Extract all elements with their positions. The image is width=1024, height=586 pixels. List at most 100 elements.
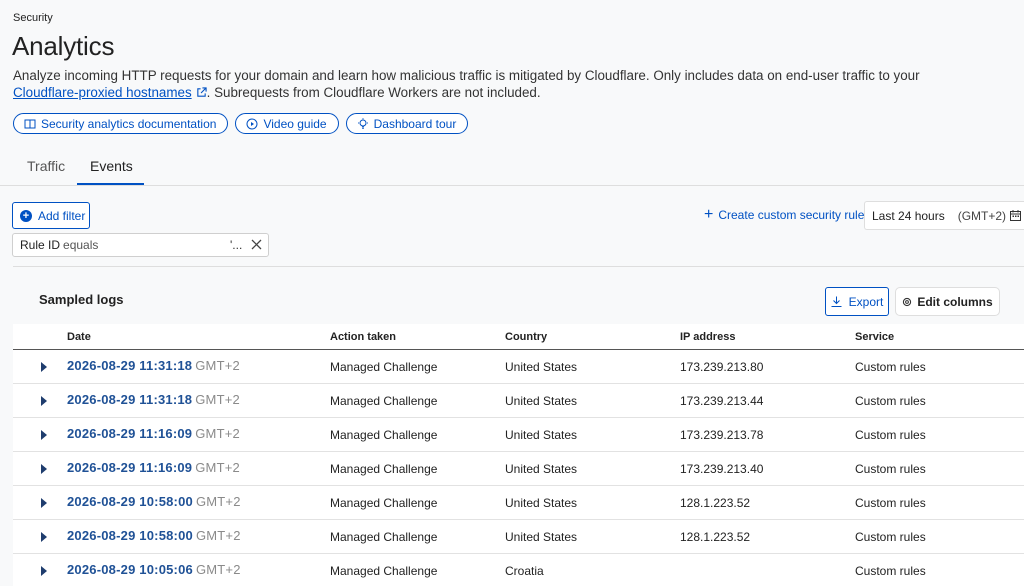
filter-chip[interactable]: Rule ID equals '... xyxy=(12,233,269,257)
column-header-date[interactable]: Date xyxy=(67,331,91,343)
time-range-value: Last 24 hours xyxy=(872,208,945,223)
row-country: United States xyxy=(505,462,578,476)
row-ip: 128.1.223.52 xyxy=(680,530,751,544)
filter-operator: equals xyxy=(63,238,99,252)
table-row[interactable]: 2026-08-29 10:58:00 GMT+2 Managed Challen… xyxy=(13,486,1024,520)
expand-caret-icon[interactable] xyxy=(41,464,47,474)
download-icon xyxy=(831,296,842,307)
edit-columns-label: Edit columns xyxy=(917,294,993,309)
expand-caret-icon[interactable] xyxy=(41,532,47,542)
resource-links: Security analytics documentation Video g… xyxy=(13,113,469,134)
row-ip: 128.1.223.52 xyxy=(680,496,751,510)
calendar-icon xyxy=(1010,210,1022,221)
row-ip: 173.239.213.40 xyxy=(680,462,764,476)
table-row[interactable]: 2026-08-29 10:05:06 GMT+2 Managed Challen… xyxy=(13,554,1024,586)
table-header: Date Action taken Country IP address Ser… xyxy=(13,324,1024,350)
table-row[interactable]: 2026-08-29 10:58:00 GMT+2 Managed Challen… xyxy=(13,520,1024,554)
gear-icon xyxy=(903,297,912,306)
dashboard-tour-label: Dashboard tour xyxy=(373,116,457,131)
plus-circle-icon: + xyxy=(20,209,32,222)
section-divider xyxy=(13,266,1024,267)
proxied-hostnames-link[interactable]: Cloudflare-proxied hostnames xyxy=(13,85,192,100)
edit-columns-button[interactable]: Edit columns xyxy=(895,287,1000,316)
row-service: Custom rules xyxy=(855,394,926,408)
filter-value: '... xyxy=(230,238,243,252)
security-docs-button[interactable]: Security analytics documentation xyxy=(13,113,229,134)
row-action: Managed Challenge xyxy=(330,496,438,510)
time-range-picker[interactable]: Last 24 hours (GMT+2) xyxy=(864,201,1024,230)
timezone-label: (GMT+2) xyxy=(957,208,1007,223)
row-ip: 173.239.213.44 xyxy=(680,394,764,408)
row-service: Custom rules xyxy=(855,496,926,510)
row-action: Managed Challenge xyxy=(330,360,438,374)
page-description: Analyze incoming HTTP requests for your … xyxy=(13,67,1003,101)
column-header-ip[interactable]: IP address xyxy=(680,331,735,343)
external-link-icon[interactable] xyxy=(196,87,207,98)
table-row[interactable]: 2026-08-29 11:16:09 GMT+2 Managed Challen… xyxy=(13,452,1024,486)
row-date[interactable]: 2026-08-29 11:31:18 GMT+2 xyxy=(67,358,240,373)
row-country: United States xyxy=(505,394,578,408)
row-country: Croatia xyxy=(505,564,544,578)
active-tab-indicator xyxy=(77,183,144,185)
create-custom-rule-button[interactable]: + Create custom security rule xyxy=(704,206,865,223)
video-guide-button[interactable]: Video guide xyxy=(235,113,339,134)
row-date[interactable]: 2026-08-29 10:05:06 GMT+2 xyxy=(67,562,241,577)
row-country: United States xyxy=(505,360,578,374)
row-action: Managed Challenge xyxy=(330,564,438,578)
page-title: Analytics xyxy=(12,31,115,61)
export-label: Export xyxy=(848,294,884,309)
expand-caret-icon[interactable] xyxy=(41,396,47,406)
row-country: United States xyxy=(505,530,578,544)
breadcrumb: Security xyxy=(13,12,53,24)
create-rule-label: Create custom security rule xyxy=(718,208,865,222)
sampled-logs-table: Date Action taken Country IP address Ser… xyxy=(13,324,1024,586)
play-circle-icon xyxy=(246,118,258,129)
sampled-logs-card: Sampled logs Export Edit columns Date Ac… xyxy=(13,277,1024,586)
lightbulb-icon xyxy=(357,117,368,129)
video-guide-label: Video guide xyxy=(263,116,327,131)
expand-caret-icon[interactable] xyxy=(41,566,47,576)
table-row[interactable]: 2026-08-29 11:31:18 GMT+2 Managed Challen… xyxy=(13,384,1024,418)
tab-events[interactable]: Events xyxy=(90,158,133,174)
row-country: United States xyxy=(505,428,578,442)
row-service: Custom rules xyxy=(855,530,926,544)
sampled-logs-title: Sampled logs xyxy=(39,292,124,307)
expand-caret-icon[interactable] xyxy=(41,430,47,440)
expand-caret-icon[interactable] xyxy=(41,498,47,508)
table-row[interactable]: 2026-08-29 11:16:09 GMT+2 Managed Challen… xyxy=(13,418,1024,452)
column-header-country[interactable]: Country xyxy=(505,331,547,343)
table-row[interactable]: 2026-08-29 11:31:18 GMT+2 Managed Challen… xyxy=(13,350,1024,384)
export-button[interactable]: Export xyxy=(825,287,889,316)
book-icon xyxy=(24,119,36,128)
column-header-action[interactable]: Action taken xyxy=(330,331,396,343)
row-service: Custom rules xyxy=(855,462,926,476)
row-service: Custom rules xyxy=(855,564,926,578)
add-filter-button[interactable]: + Add filter xyxy=(12,202,90,229)
description-text-end: . Subrequests from Cloudflare Workers ar… xyxy=(206,85,541,100)
row-date[interactable]: 2026-08-29 11:31:18 GMT+2 xyxy=(67,392,240,407)
close-icon[interactable] xyxy=(250,237,263,252)
column-header-service[interactable]: Service xyxy=(855,331,894,343)
row-action: Managed Challenge xyxy=(330,530,438,544)
row-service: Custom rules xyxy=(855,360,926,374)
tab-bar: Traffic Events xyxy=(0,150,1024,186)
expand-caret-icon[interactable] xyxy=(41,362,47,372)
row-ip: 173.239.213.80 xyxy=(680,360,764,374)
row-action: Managed Challenge xyxy=(330,462,438,476)
row-country: United States xyxy=(505,496,578,510)
row-date[interactable]: 2026-08-29 10:58:00 GMT+2 xyxy=(67,528,241,543)
security-docs-label: Security analytics documentation xyxy=(41,116,217,131)
filter-field: Rule ID xyxy=(20,238,61,252)
row-action: Managed Challenge xyxy=(330,428,438,442)
row-action: Managed Challenge xyxy=(330,394,438,408)
plus-icon: + xyxy=(704,206,714,223)
row-date[interactable]: 2026-08-29 11:16:09 GMT+2 xyxy=(67,460,240,475)
tab-traffic[interactable]: Traffic xyxy=(27,158,65,174)
row-date[interactable]: 2026-08-29 10:58:00 GMT+2 xyxy=(67,494,241,509)
add-filter-label: Add filter xyxy=(38,208,86,223)
row-date[interactable]: 2026-08-29 11:16:09 GMT+2 xyxy=(67,426,240,441)
description-text: Analyze incoming HTTP requests for your … xyxy=(13,68,920,83)
row-service: Custom rules xyxy=(855,428,926,442)
dashboard-tour-button[interactable]: Dashboard tour xyxy=(345,113,469,134)
row-ip: 173.239.213.78 xyxy=(680,428,764,442)
